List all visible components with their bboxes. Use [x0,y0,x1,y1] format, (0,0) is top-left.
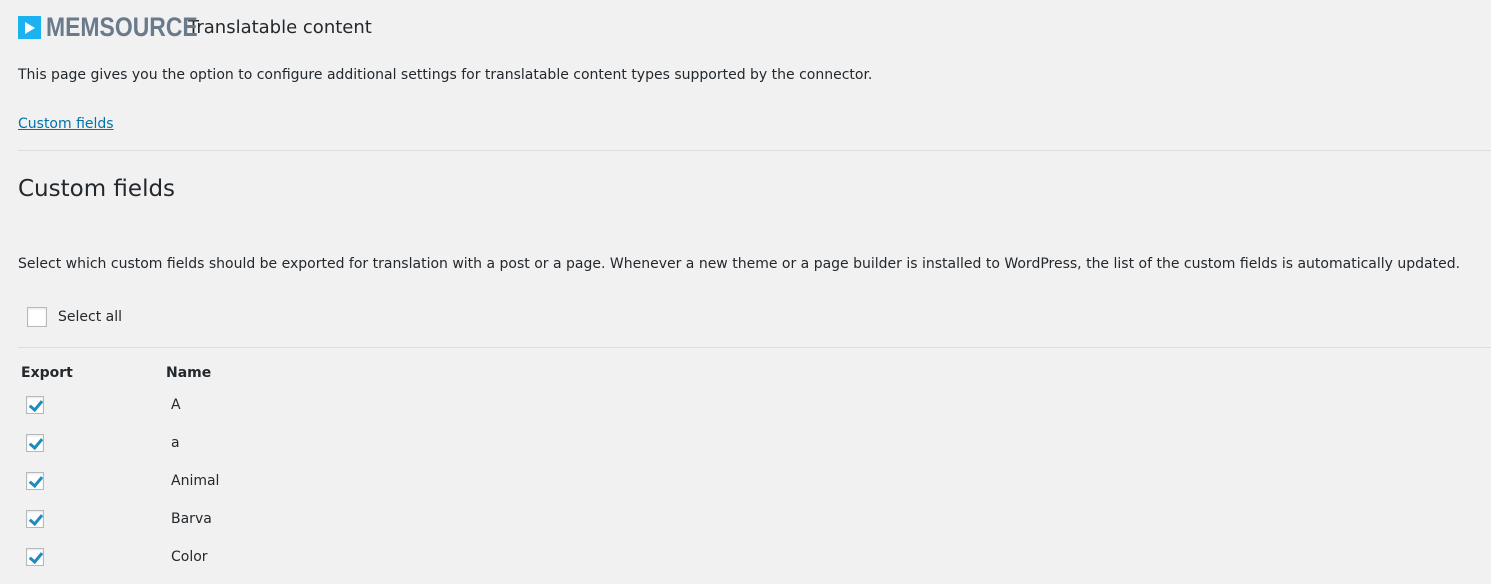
table-row: A [26,396,181,414]
column-header-name: Name [166,365,212,381]
export-checkbox[interactable] [26,472,44,490]
table-row: Barva [26,510,212,528]
page-description: This page gives you the option to config… [18,67,873,83]
field-name: Barva [171,511,212,527]
table-row: Color [26,548,208,566]
export-checkbox[interactable] [26,510,44,528]
divider [18,150,1491,151]
memsource-logo: MEMSOURCE [46,12,198,42]
section-heading: Custom fields [18,176,176,202]
custom-fields-link[interactable]: Custom fields [18,116,114,132]
export-checkbox[interactable] [26,396,44,414]
field-name: Animal [171,473,220,489]
divider [18,347,1491,348]
column-header-export: Export [21,365,73,381]
field-name: A [171,397,181,413]
page-title: Translatable content [188,17,372,38]
memsource-logo-icon [18,16,41,39]
checkbox[interactable] [27,307,47,327]
table-row: a [26,434,180,452]
export-checkbox[interactable] [26,434,44,452]
select-all-label: Select all [58,309,122,325]
page-header: MEMSOURCE Translatable content [18,12,372,43]
field-name: Color [171,549,208,565]
field-name: a [171,435,180,451]
table-row: Animal [26,472,219,490]
select-all-checkbox[interactable]: Select all [27,307,122,327]
export-checkbox[interactable] [26,548,44,566]
section-description: Select which custom fields should be exp… [18,256,1461,272]
